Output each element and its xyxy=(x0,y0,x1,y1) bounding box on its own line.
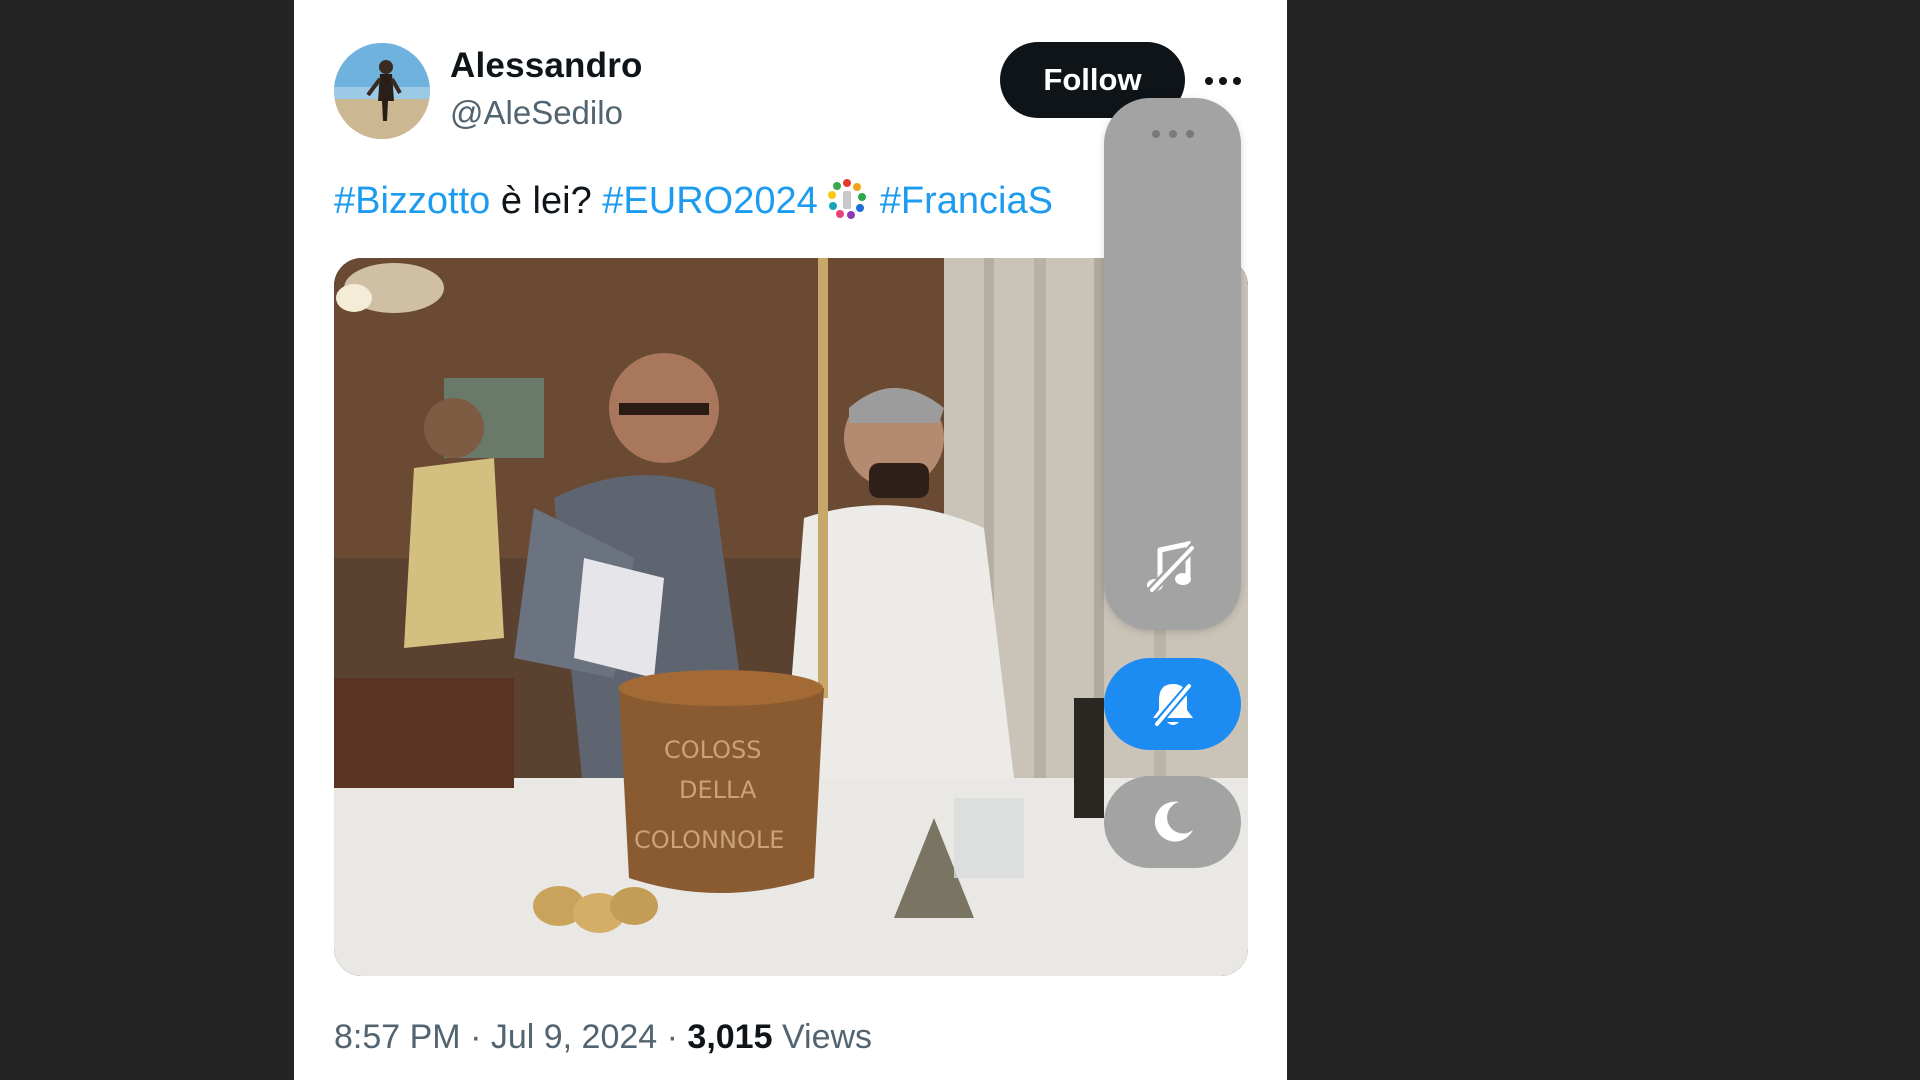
hashtag-bizzotto[interactable]: #Bizzotto xyxy=(334,180,490,222)
bell-off-icon xyxy=(1151,681,1194,729)
svg-text:COLONNOLE: COLONNOLE xyxy=(634,826,784,854)
night-mode-button[interactable] xyxy=(1104,776,1241,868)
screen: Alessandro @AleSedilo Follow #Bizzotto è… xyxy=(0,0,1920,1080)
meta-separator-2: · xyxy=(657,1018,688,1056)
euro2024-emoji-icon xyxy=(826,177,868,228)
notifications-mute-button[interactable] xyxy=(1104,658,1241,750)
avatar[interactable] xyxy=(334,43,430,139)
music-off-button[interactable] xyxy=(1142,538,1202,598)
tweet-text: #Bizzotto è lei? #EURO2024 #FranciaS xyxy=(334,176,1154,228)
author-name[interactable]: Alessandro xyxy=(450,46,643,86)
svg-text:DELLA: DELLA xyxy=(679,776,757,804)
hashtag-francia[interactable]: #FranciaS xyxy=(880,180,1053,222)
tweet-time[interactable]: 8:57 PM xyxy=(334,1018,461,1056)
views-count: 3,015 xyxy=(687,1018,773,1056)
svg-text:COLOSS: COLOSS xyxy=(664,736,762,764)
moon-icon xyxy=(1154,801,1193,842)
tweet-meta: 8:57 PM · Jul 9, 2024 · 3,015 Views xyxy=(334,1018,872,1057)
floating-control-panel xyxy=(1104,98,1241,630)
more-dots-icon xyxy=(1205,77,1241,85)
meta-separator: · xyxy=(460,1018,491,1056)
tweet-date[interactable]: Jul 9, 2024 xyxy=(491,1018,657,1056)
music-off-icon xyxy=(1146,540,1198,596)
author-handle[interactable]: @AleSedilo xyxy=(450,94,623,132)
tweet-text-plain: è lei? xyxy=(490,180,603,222)
hashtag-euro2024[interactable]: #EURO2024 xyxy=(602,180,817,222)
views-label: Views xyxy=(781,1018,873,1056)
panel-more-button[interactable] xyxy=(1104,128,1241,140)
more-options-button[interactable] xyxy=(1200,58,1246,104)
more-dots-icon xyxy=(1151,130,1194,138)
